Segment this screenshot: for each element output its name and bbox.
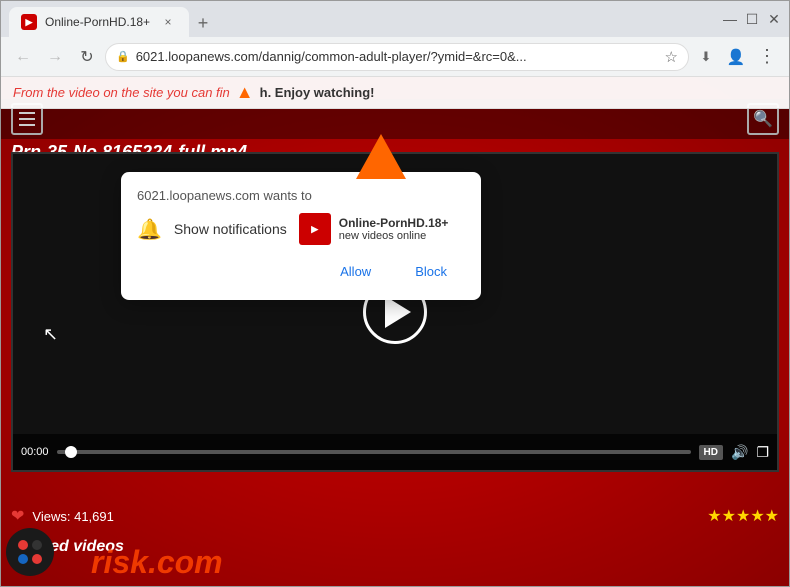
hamburger-line-3 (19, 124, 35, 126)
notification-popup: 6021.loopanews.com wants to 🔔 Show notif… (121, 172, 481, 300)
lock-icon: 🔒 (116, 50, 130, 63)
tab-area: ▶ Online-PornHD.18+ × + (9, 1, 719, 37)
site-logo: risk.com (91, 544, 223, 581)
page-content: From the video on the site you can fin ▲… (1, 77, 789, 586)
reload-button[interactable]: ↻ (73, 43, 101, 71)
arrow-indicator (351, 129, 411, 194)
url-bar[interactable]: 🔒 6021.loopanews.com/dannig/common-adult… (105, 43, 689, 71)
volume-icon[interactable]: 🔊 (731, 444, 748, 461)
popup-site-details: Online-PornHD.18+ new videos online (339, 216, 449, 242)
badge-dot-dark (32, 540, 42, 550)
allow-button[interactable]: Allow (322, 259, 389, 284)
popup-show-notifications-label: Show notifications (174, 221, 287, 237)
tab-favicon: ▶ (21, 14, 37, 30)
tab-close-button[interactable]: × (159, 13, 177, 31)
badge-dot-blue (18, 554, 28, 564)
tab-title: Online-PornHD.18+ (45, 15, 151, 29)
views-row: ❤ Views: 41,691 ★★★★★ (11, 506, 779, 526)
browser-window: ▶ Online-PornHD.18+ × + — ☐ ✕ ← → ↻ 🔒 60… (0, 0, 790, 587)
minimize-button[interactable]: — (723, 12, 737, 26)
arrow-svg (351, 129, 411, 189)
back-button[interactable]: ← (9, 43, 37, 71)
browser-menu-button[interactable]: ⋮ (753, 43, 781, 71)
bottom-badge (6, 528, 54, 576)
progress-dot (65, 446, 77, 458)
cursor-arrow: ↖ (43, 324, 58, 345)
bookmark-icon[interactable]: ☆ (665, 48, 678, 66)
close-button[interactable]: ✕ (767, 12, 781, 26)
active-tab[interactable]: ▶ Online-PornHD.18+ × (9, 7, 189, 37)
account-icon[interactable]: 👤 (723, 44, 749, 70)
popup-site-name: Online-PornHD.18+ (339, 216, 449, 230)
badge-dot-red2 (32, 554, 42, 564)
info-bar-italic-text: From the video on the site you can fin (13, 85, 230, 100)
forward-button[interactable]: → (41, 43, 69, 71)
info-bar: From the video on the site you can fin ▲… (1, 77, 789, 109)
hamburger-line-1 (19, 112, 35, 114)
info-bar-bold-text: h. Enjoy watching! (260, 85, 375, 100)
popup-notification-row: 🔔 Show notifications ▶ Online-PornHD.18+… (137, 213, 465, 245)
popup-site-info: ▶ Online-PornHD.18+ new videos online (299, 213, 449, 245)
address-bar: ← → ↻ 🔒 6021.loopanews.com/dannig/common… (1, 37, 789, 77)
fullscreen-icon[interactable]: ❐ (756, 444, 769, 461)
new-tab-button[interactable]: + (189, 9, 217, 37)
popup-buttons: Allow Block (137, 259, 465, 284)
bell-icon: 🔔 (137, 217, 162, 242)
popup-site-domain: 6021.loopanews.com wants to (137, 188, 465, 203)
hamburger-line-2 (19, 118, 35, 120)
video-controls: 00:00 HD 🔊 ❐ (13, 434, 777, 470)
window-controls: — ☐ ✕ (723, 12, 781, 26)
play-triangle-icon (385, 296, 411, 328)
time-display: 00:00 (21, 446, 49, 458)
badge-dots (18, 540, 42, 564)
hd-badge: HD (699, 445, 723, 460)
info-arrow-icon: ▲ (236, 82, 254, 103)
views-label: Views: 41,691 (32, 509, 113, 524)
popup-site-favicon: ▶ (299, 213, 331, 245)
badge-dot-red (18, 540, 28, 550)
popup-site-sub: new videos online (339, 230, 449, 242)
url-text: 6021.loopanews.com/dannig/common-adult-p… (136, 49, 659, 64)
block-button[interactable]: Block (397, 259, 465, 284)
title-bar: ▶ Online-PornHD.18+ × + — ☐ ✕ (1, 1, 789, 37)
progress-bar[interactable] (57, 450, 691, 454)
maximize-button[interactable]: ☐ (745, 12, 759, 26)
download-icon[interactable]: ⬇ (693, 44, 719, 70)
star-rating: ★★★★★ (707, 506, 779, 526)
heart-icon[interactable]: ❤ (11, 506, 24, 526)
